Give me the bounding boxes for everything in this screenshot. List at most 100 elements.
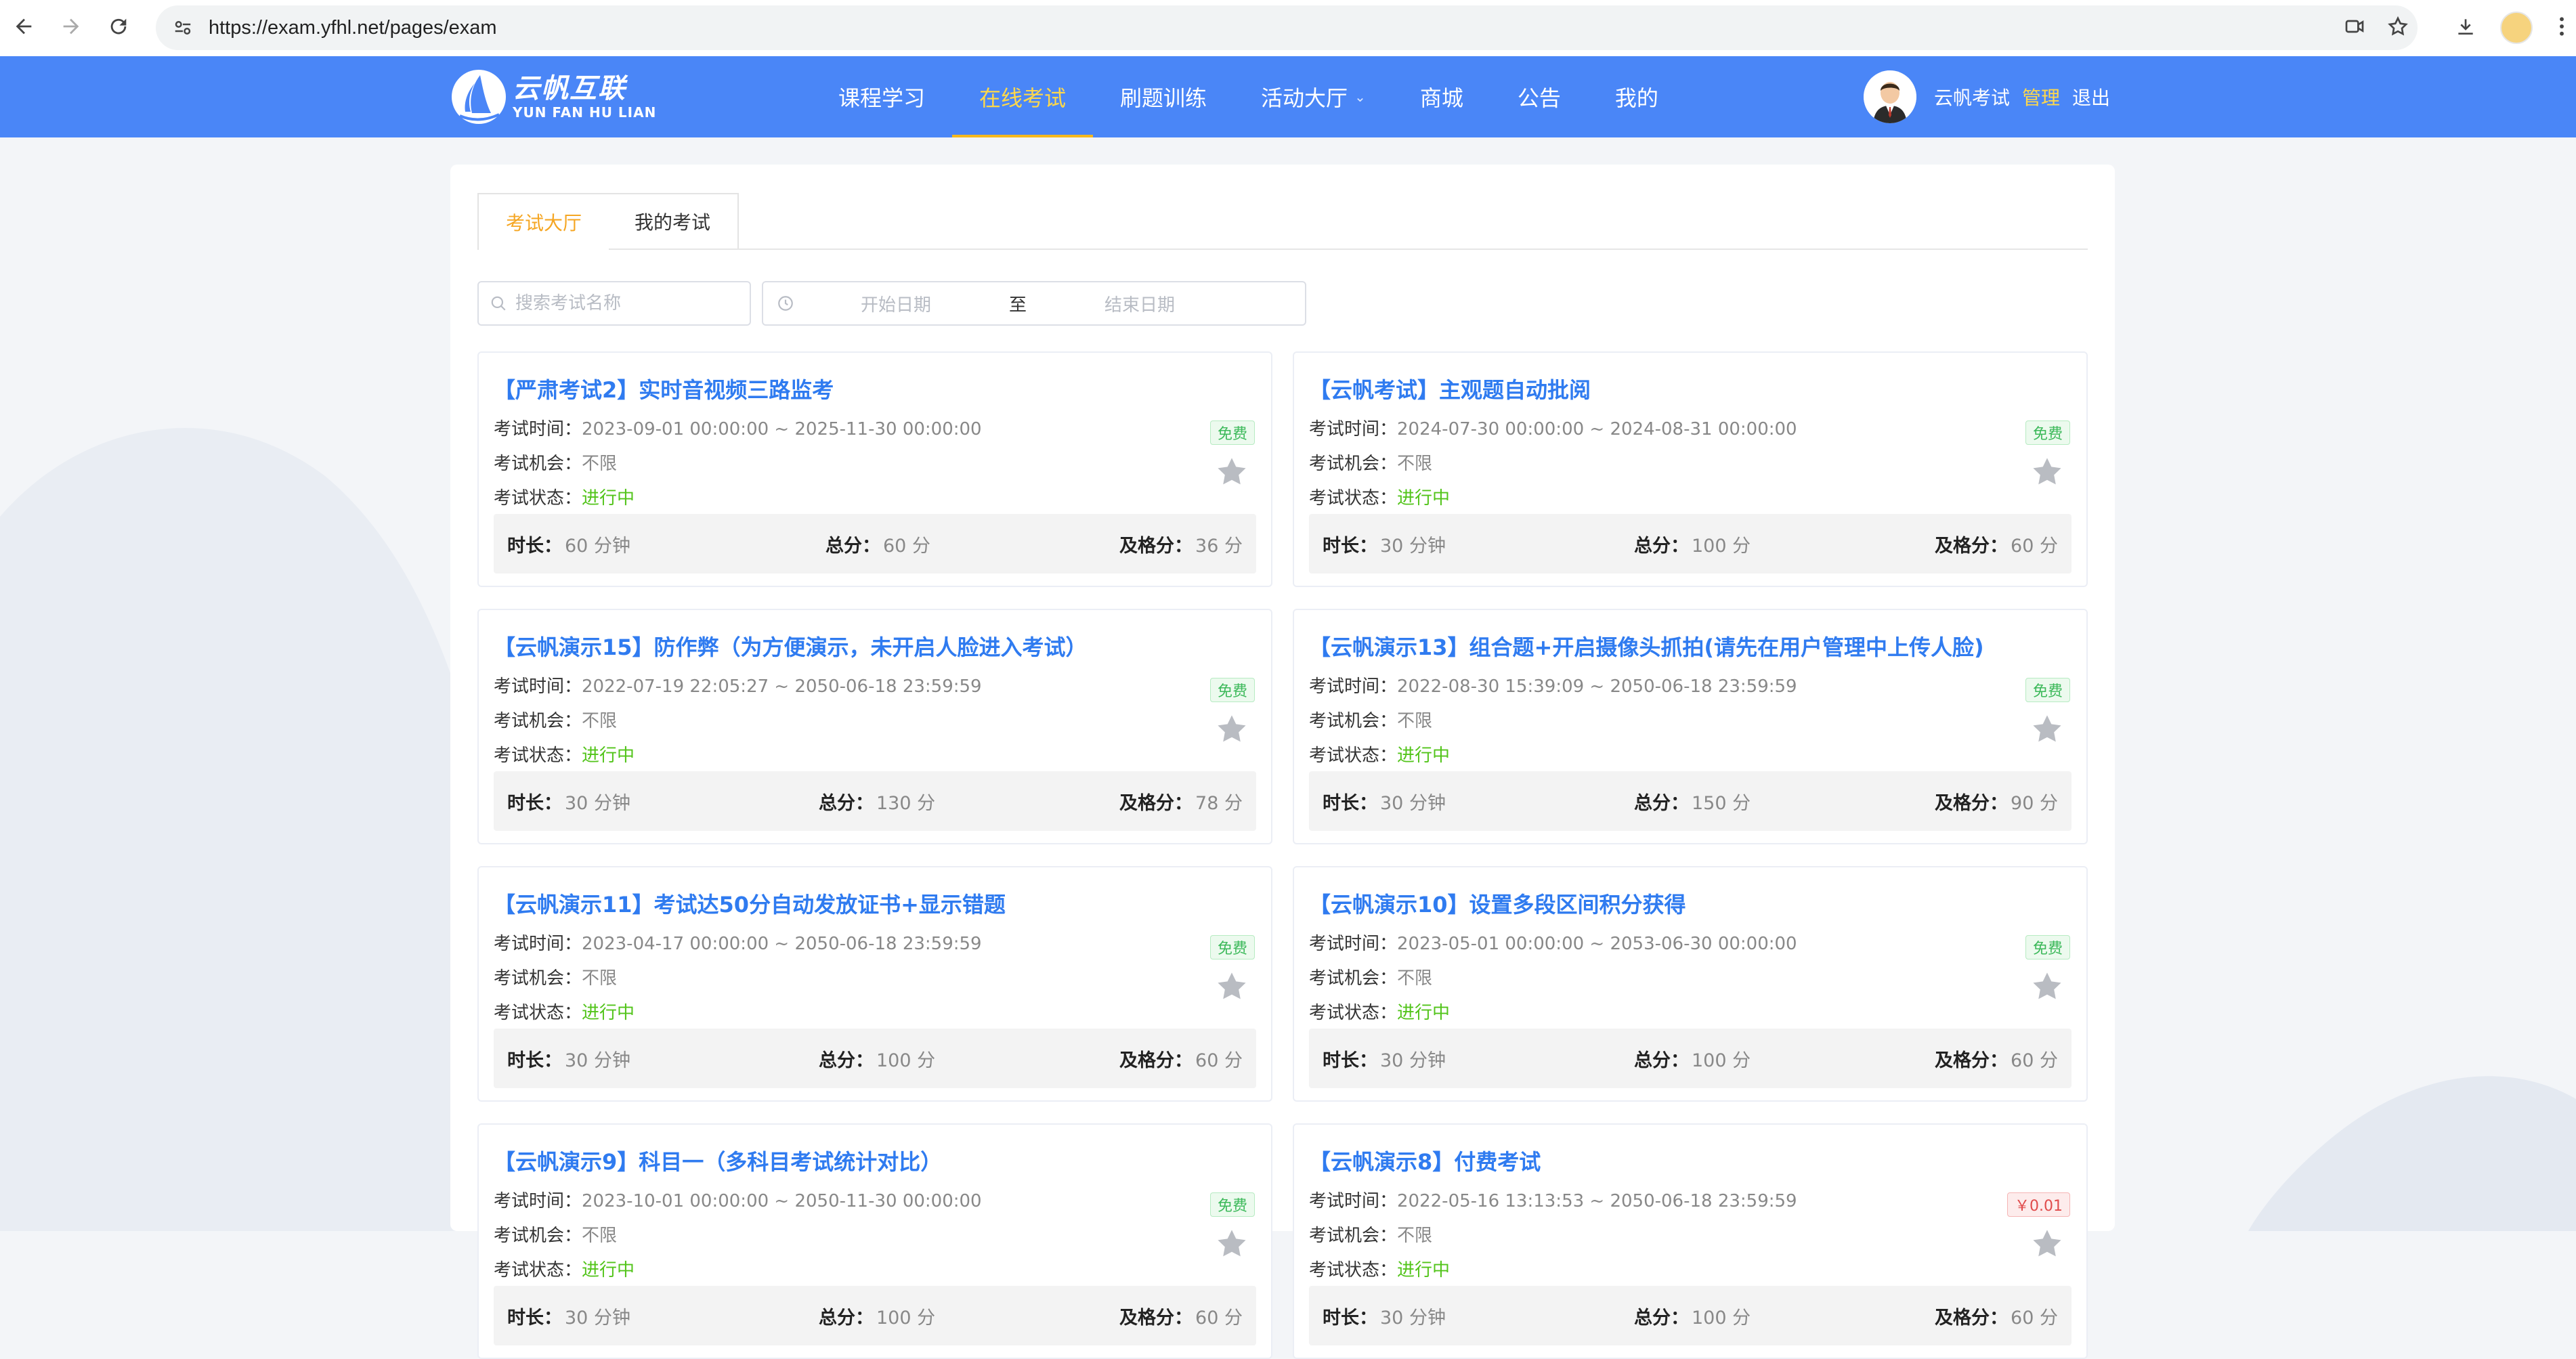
duration-value: 30 分钟 bbox=[1380, 1050, 1446, 1071]
avatar-person-icon bbox=[1864, 70, 1916, 123]
user-avatar[interactable] bbox=[1864, 70, 1916, 123]
favorite-star-icon[interactable] bbox=[1214, 1226, 1249, 1261]
total-score-value: 100 分 bbox=[1692, 1050, 1751, 1071]
exam-status-row: 考试状态：进行中 bbox=[494, 741, 635, 767]
total-score-label: 总分： bbox=[825, 535, 880, 557]
site-header: 云帆互联 YUN FAN HU LIAN 课程学习 在线考试 刷题训练 活动大厅… bbox=[0, 56, 2576, 137]
pass-score-label: 及格分： bbox=[1119, 792, 1193, 814]
exam-chance-label: 考试机会： bbox=[494, 454, 582, 474]
address-bar[interactable]: https://exam.yfhl.net/pages/exam bbox=[156, 5, 2418, 50]
favorite-star-icon[interactable] bbox=[2030, 454, 2065, 490]
exam-chance-row: 考试机会：不限 bbox=[494, 964, 617, 989]
back-icon[interactable] bbox=[7, 9, 41, 43]
nav-mine[interactable]: 我的 bbox=[1588, 56, 1686, 137]
exam-chance-label: 考试机会： bbox=[1309, 454, 1398, 474]
logo-title: 云帆互联 bbox=[513, 73, 626, 104]
user-name[interactable]: 云帆考试 bbox=[1934, 83, 2010, 110]
start-date-input[interactable]: 开始日期 bbox=[794, 291, 997, 316]
site-logo[interactable]: 云帆互联 YUN FAN HU LIAN bbox=[450, 67, 656, 127]
nav-online-exam[interactable]: 在线考试 bbox=[952, 56, 1094, 137]
favorite-star-icon[interactable] bbox=[2030, 712, 2065, 747]
site-settings-icon[interactable] bbox=[169, 14, 196, 41]
chevron-down-icon: ⌄ bbox=[1354, 89, 1366, 105]
more-menu-icon[interactable] bbox=[2545, 9, 2576, 43]
exam-chance-row: 考试机会：不限 bbox=[1309, 1222, 1432, 1247]
favorite-star-icon[interactable] bbox=[2030, 1226, 2065, 1261]
search-box[interactable] bbox=[477, 281, 751, 326]
favorite-star-icon[interactable] bbox=[1214, 454, 1249, 490]
exam-title[interactable]: 【云帆演示10】设置多段区间积分获得 bbox=[1309, 888, 1686, 919]
exam-title[interactable]: 【严肃考试2】实时音视频三路监考 bbox=[494, 373, 834, 404]
exam-title[interactable]: 【云帆考试】主观题自动批阅 bbox=[1309, 373, 1591, 404]
pass-score-value: 36 分 bbox=[1195, 535, 1243, 557]
favorite-star-icon[interactable] bbox=[1214, 969, 1249, 1004]
exam-time-row: 考试时间：2023-09-01 00:00:00 ~ 2025-11-30 00… bbox=[494, 415, 982, 440]
exam-chance-row: 考试机会：不限 bbox=[494, 707, 617, 732]
exam-chance-value: 不限 bbox=[582, 1226, 618, 1246]
pass-score-value: 60 分 bbox=[2011, 1050, 2058, 1071]
search-input[interactable] bbox=[514, 293, 733, 314]
camera-icon[interactable] bbox=[2338, 9, 2371, 43]
pass-score-value: 60 分 bbox=[2011, 535, 2058, 557]
exam-title[interactable]: 【云帆演示8】付费考试 bbox=[1309, 1145, 1541, 1176]
pass-score-label: 及格分： bbox=[1119, 1050, 1193, 1071]
favorite-star-icon[interactable] bbox=[1214, 712, 1249, 747]
exam-status-row: 考试状态：进行中 bbox=[494, 1256, 635, 1281]
admin-link[interactable]: 管理 bbox=[2022, 83, 2060, 110]
pass-score-stat: 及格分： 60 分 bbox=[1119, 1286, 1243, 1345]
exam-title[interactable]: 【云帆演示9】科目一（多科目考试统计对比） bbox=[494, 1145, 942, 1176]
duration-stat: 时长： 60 分钟 bbox=[507, 514, 630, 574]
exam-card[interactable]: 【云帆考试】主观题自动批阅 考试时间：2024-07-30 00:00:00 ~… bbox=[1293, 351, 2088, 587]
tab-my-exams[interactable]: 我的考试 bbox=[607, 193, 739, 249]
pass-score-value: 90 分 bbox=[2011, 792, 2058, 814]
nav-practice[interactable]: 刷题训练 bbox=[1093, 56, 1234, 137]
nav-courses[interactable]: 课程学习 bbox=[811, 56, 952, 137]
total-score-label: 总分： bbox=[1634, 1050, 1689, 1071]
exam-time-row: 考试时间：2022-08-30 15:39:09 ~ 2050-06-18 23… bbox=[1309, 672, 1797, 697]
logout-link[interactable]: 退出 bbox=[2072, 83, 2110, 110]
browser-profile-icon[interactable] bbox=[2500, 12, 2533, 44]
end-date-input[interactable]: 结束日期 bbox=[1038, 291, 1241, 316]
nav-activities[interactable]: 活动大厅 ⌄ bbox=[1234, 56, 1393, 137]
exam-status-value: 进行中 bbox=[582, 488, 635, 509]
duration-label: 时长： bbox=[1323, 1307, 1377, 1329]
date-range-picker[interactable]: 开始日期 至 结束日期 bbox=[762, 281, 1306, 326]
exam-chance-value: 不限 bbox=[1397, 1226, 1433, 1246]
nav-notices[interactable]: 公告 bbox=[1490, 56, 1588, 137]
exam-card[interactable]: 【云帆演示11】考试达50分自动发放证书+显示错题 考试时间：2023-04-1… bbox=[477, 866, 1272, 1102]
exam-tabs: 考试大厅 我的考试 bbox=[477, 193, 2088, 250]
favorite-star-icon[interactable] bbox=[2030, 969, 2065, 1004]
exam-card[interactable]: 【云帆演示13】组合题+开启摄像头抓拍(请先在用户管理中上传人脸) 考试时间：2… bbox=[1293, 609, 2088, 844]
exam-card[interactable]: 【云帆演示8】付费考试 考试时间：2022-05-16 13:13:53 ~ 2… bbox=[1293, 1123, 2088, 1359]
exam-status-value: 进行中 bbox=[582, 746, 635, 766]
exam-title[interactable]: 【云帆演示13】组合题+开启摄像头抓拍(请先在用户管理中上传人脸) bbox=[1309, 630, 1984, 662]
price-badge: ￥0.01 bbox=[2007, 1192, 2070, 1217]
duration-label: 时长： bbox=[1323, 792, 1377, 814]
nav-shop[interactable]: 商城 bbox=[1393, 56, 1490, 137]
pass-score-stat: 及格分： 60 分 bbox=[1935, 1286, 2058, 1345]
duration-value: 30 分钟 bbox=[565, 792, 630, 814]
exam-status-row: 考试状态：进行中 bbox=[494, 999, 635, 1024]
exam-status-row: 考试状态：进行中 bbox=[494, 484, 635, 509]
exam-title[interactable]: 【云帆演示15】防作弊（为方便演示，未开启人脸进入考试） bbox=[494, 630, 1088, 662]
download-icon[interactable] bbox=[2449, 9, 2483, 43]
exam-chance-value: 不限 bbox=[1397, 968, 1433, 989]
forward-icon[interactable] bbox=[54, 9, 88, 43]
exam-time-label: 考试时间： bbox=[494, 419, 582, 439]
tab-exam-hall[interactable]: 考试大厅 bbox=[477, 193, 610, 250]
exam-card[interactable]: 【云帆演示15】防作弊（为方便演示，未开启人脸进入考试） 考试时间：2022-0… bbox=[477, 609, 1272, 844]
price-badge: 免费 bbox=[1209, 935, 1255, 959]
exam-card[interactable]: 【云帆演示10】设置多段区间积分获得 考试时间：2023-05-01 00:00… bbox=[1293, 866, 2088, 1102]
pass-score-stat: 及格分： 60 分 bbox=[1119, 1029, 1243, 1088]
pass-score-value: 60 分 bbox=[1195, 1050, 1243, 1071]
exam-chance-row: 考试机会：不限 bbox=[494, 450, 617, 475]
reload-icon[interactable] bbox=[102, 9, 135, 43]
exam-card[interactable]: 【云帆演示9】科目一（多科目考试统计对比） 考试时间：2023-10-01 00… bbox=[477, 1123, 1272, 1359]
total-score-label: 总分： bbox=[819, 1050, 874, 1071]
exam-title[interactable]: 【云帆演示11】考试达50分自动发放证书+显示错题 bbox=[494, 888, 1006, 919]
bookmark-star-icon[interactable] bbox=[2381, 9, 2415, 43]
exam-status-value: 进行中 bbox=[1397, 746, 1451, 766]
exam-card[interactable]: 【严肃考试2】实时音视频三路监考 考试时间：2023-09-01 00:00:0… bbox=[477, 351, 1272, 587]
total-score-stat: 总分： 100 分 bbox=[1634, 1029, 1751, 1088]
duration-stat: 时长： 30 分钟 bbox=[1323, 1029, 1446, 1088]
